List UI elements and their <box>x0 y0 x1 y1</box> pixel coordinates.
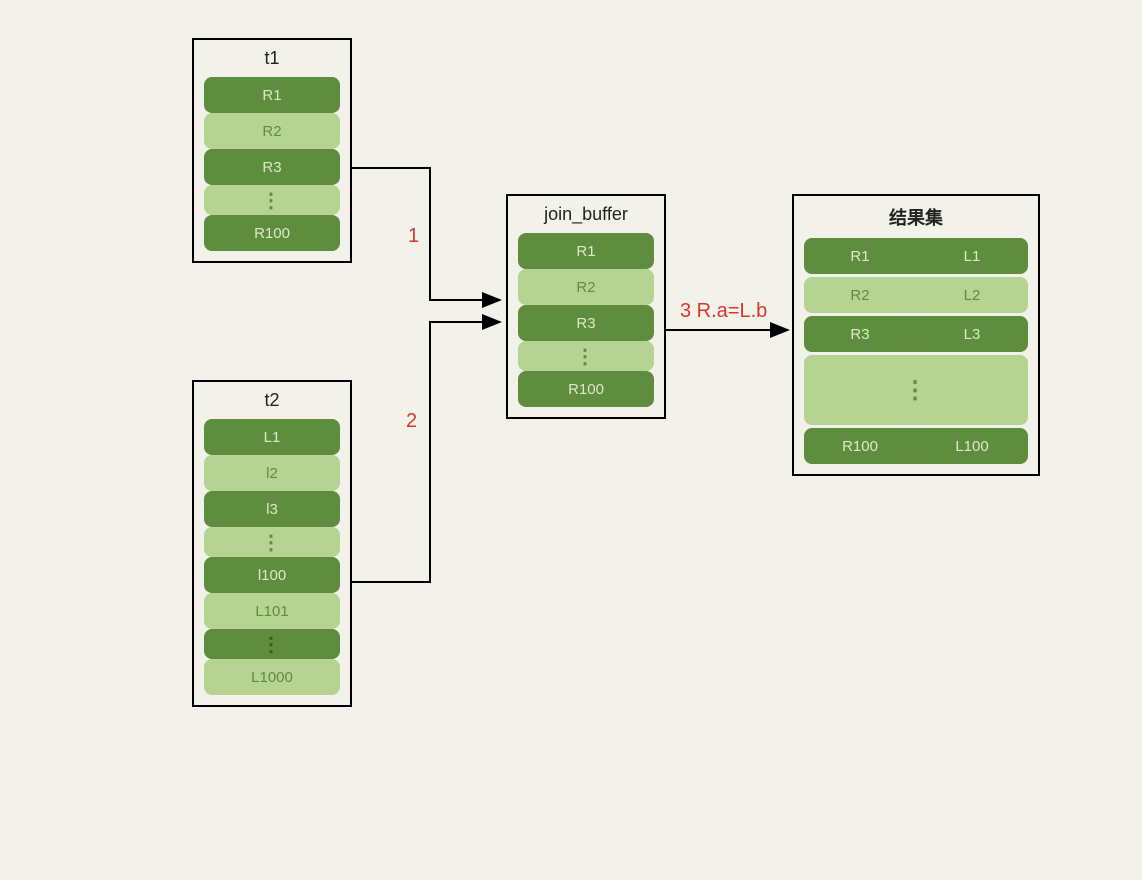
jb-row: R100 <box>518 371 654 407</box>
t2-row: l2 <box>204 455 340 491</box>
result-cell-left: R1 <box>806 240 914 272</box>
result-cell-right: L100 <box>918 430 1026 462</box>
t2-dots: ⋮ <box>204 629 340 659</box>
edge-2-label: 2 <box>406 410 417 433</box>
t1-row: R100 <box>204 215 340 251</box>
result-cell-left: R100 <box>806 430 914 462</box>
box-join-buffer-title: join_buffer <box>508 196 664 225</box>
result-row: R2 L2 <box>804 277 1028 313</box>
t2-row: L1 <box>204 419 340 455</box>
box-result: 结果集 R1 L1 R2 L2 R3 L3 ⋮ R100 L100 <box>792 194 1040 476</box>
result-cell-right: L2 <box>918 279 1026 311</box>
box-result-title: 结果集 <box>794 196 1038 230</box>
result-row: R3 L3 <box>804 316 1028 352</box>
t1-dots: ⋮ <box>204 185 340 215</box>
result-cell-left: R3 <box>806 318 914 350</box>
result-cell-right: L3 <box>918 318 1026 350</box>
jb-row: R3 <box>518 305 654 341</box>
jb-row: R1 <box>518 233 654 269</box>
t2-row: L1000 <box>204 659 340 695</box>
box-join-buffer-body: R1 R2 R3 ⋮ R100 <box>508 233 664 417</box>
edge-3-label: 3 R.a=L.b <box>680 300 767 323</box>
result-row: R100 L100 <box>804 428 1028 464</box>
edge-1 <box>352 168 500 300</box>
t1-row: R3 <box>204 149 340 185</box>
result-cell-left: R2 <box>806 279 914 311</box>
result-cell-right: L1 <box>918 240 1026 272</box>
box-join-buffer: join_buffer R1 R2 R3 ⋮ R100 <box>506 194 666 419</box>
t2-row: l100 <box>204 557 340 593</box>
t2-dots: ⋮ <box>204 527 340 557</box>
box-t2-title: t2 <box>194 382 350 411</box>
t2-row: L101 <box>204 593 340 629</box>
t1-row: R1 <box>204 77 340 113</box>
edge-1-label: 1 <box>408 225 419 248</box>
jb-row: R2 <box>518 269 654 305</box>
box-result-body: R1 L1 R2 L2 R3 L3 ⋮ R100 L100 <box>794 238 1038 474</box>
box-t2: t2 L1 l2 l3 ⋮ l100 L101 ⋮ L1000 <box>192 380 352 707</box>
t2-row: l3 <box>204 491 340 527</box>
box-t1-title: t1 <box>194 40 350 69</box>
box-t2-body: L1 l2 l3 ⋮ l100 L101 ⋮ L1000 <box>194 419 350 705</box>
box-t1: t1 R1 R2 R3 ⋮ R100 <box>192 38 352 263</box>
box-t1-body: R1 R2 R3 ⋮ R100 <box>194 77 350 261</box>
edge-2 <box>352 322 500 582</box>
jb-dots: ⋮ <box>518 341 654 371</box>
result-dots: ⋮ <box>804 355 1028 425</box>
t1-row: R2 <box>204 113 340 149</box>
result-row: R1 L1 <box>804 238 1028 274</box>
